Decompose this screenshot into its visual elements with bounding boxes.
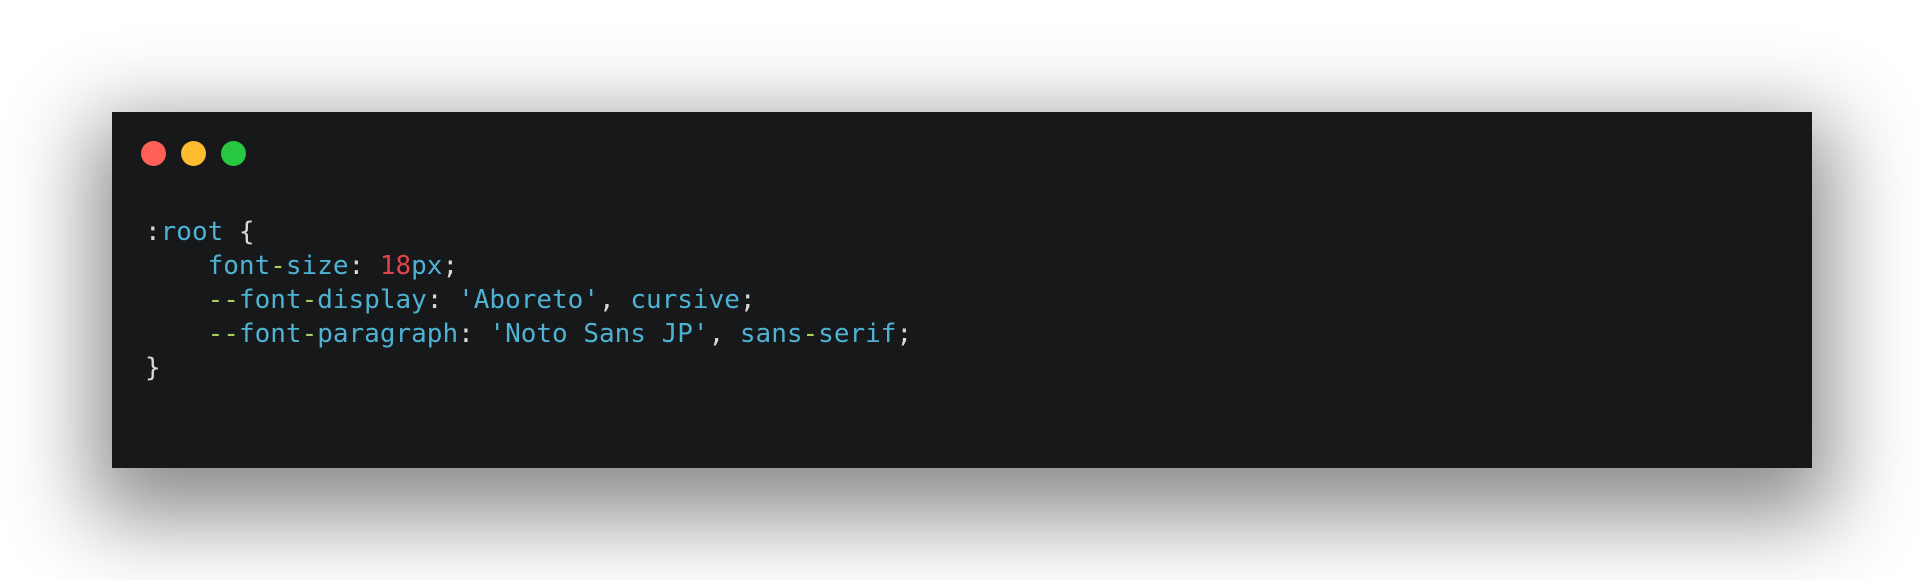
code-token-hyphen: -- <box>207 319 239 349</box>
code-token-hyphen: - <box>802 319 819 349</box>
code-token-punct: { <box>223 217 255 247</box>
code-token-punct <box>145 251 208 281</box>
code-token-hyphen: - <box>270 251 286 281</box>
code-token-string: 'Aboreto' <box>458 285 599 315</box>
code-token-hyphen: -- <box>207 285 239 315</box>
code-token-ident: size <box>285 251 349 281</box>
code-token-ident: px <box>411 251 443 281</box>
code-line: --font-paragraph: 'Noto Sans JP', sans-s… <box>145 317 912 351</box>
code-token-punct: : <box>348 251 380 281</box>
window-controls <box>141 141 246 167</box>
code-token-punct: , <box>599 285 631 315</box>
code-token-punct: : <box>458 319 490 349</box>
code-block: :root { font-size: 18px; --font-display:… <box>145 215 912 385</box>
code-token-hyphen: - <box>301 285 318 315</box>
code-token-punct <box>145 319 208 349</box>
close-window-button[interactable] <box>141 141 166 166</box>
code-line: } <box>145 351 912 385</box>
code-token-ident: cursive <box>630 285 740 315</box>
code-window: :root { font-size: 18px; --font-display:… <box>112 112 1812 468</box>
code-token-ident: root <box>160 217 224 247</box>
code-token-punct: ; <box>442 251 459 281</box>
code-token-ident: font <box>238 319 302 349</box>
code-token-punct <box>145 285 208 315</box>
code-token-punct: , <box>708 319 740 349</box>
code-token-ident: font <box>207 251 271 281</box>
code-line: font-size: 18px; <box>145 249 912 283</box>
code-token-hyphen: - <box>301 319 318 349</box>
code-token-punct: } <box>145 353 161 383</box>
code-line: --font-display: 'Aboreto', cursive; <box>145 283 912 317</box>
code-token-string: 'Noto Sans JP' <box>489 319 709 349</box>
code-token-ident: font <box>238 285 302 315</box>
code-token-punct: ; <box>896 319 913 349</box>
code-token-punct: : <box>145 217 161 247</box>
minimize-window-button[interactable] <box>181 141 206 166</box>
zoom-window-button[interactable] <box>221 141 246 166</box>
code-token-ident: serif <box>818 319 897 349</box>
code-token-punct: ; <box>739 285 756 315</box>
code-line: :root { <box>145 215 912 249</box>
code-token-punct: : <box>426 285 459 315</box>
code-token-ident: sans <box>739 319 803 349</box>
code-token-ident: paragraph <box>317 319 459 349</box>
code-token-ident: display <box>317 285 427 315</box>
code-token-number: 18 <box>379 251 412 281</box>
